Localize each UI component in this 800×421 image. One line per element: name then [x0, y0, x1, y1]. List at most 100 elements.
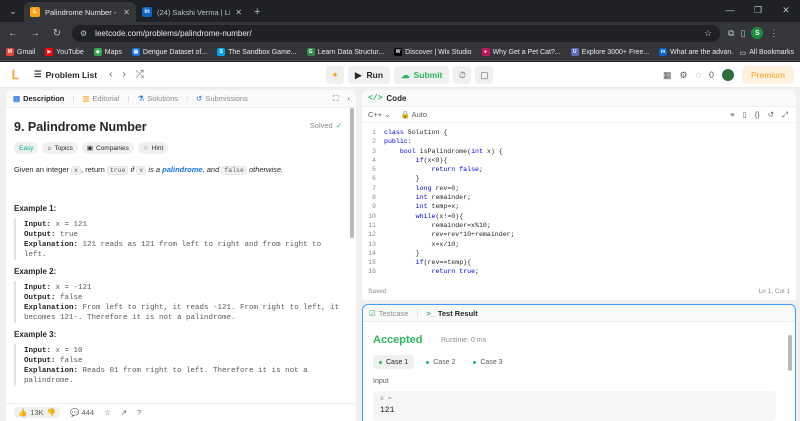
profile-avatar[interactable]: S [751, 27, 764, 39]
help-icon[interactable]: ? [137, 408, 141, 417]
description-scrollbar[interactable] [350, 108, 354, 238]
shuffle-icon[interactable]: ⤮ [136, 69, 144, 80]
bookmark-item[interactable]: S The Sandbox Game... [217, 48, 297, 56]
tab-search-icon[interactable]: ⌄ [4, 2, 22, 20]
result-scrollbar[interactable] [788, 335, 792, 371]
language-select[interactable]: C++ ⌄ [368, 110, 391, 119]
debug-icon[interactable]: ✦ [326, 66, 344, 84]
share-icon[interactable]: ↗ [121, 408, 127, 417]
run-button[interactable]: ▶ Run [348, 66, 391, 84]
all-bookmarks-label: All Bookmarks [749, 49, 794, 56]
tab-test-result[interactable]: >_ Test Result [426, 309, 477, 318]
close-window-icon[interactable]: ✕ [772, 0, 800, 20]
example-heading: Example 1: [14, 204, 57, 213]
bookmark-label: Why Get a Pet Cat?... [492, 48, 561, 56]
favorite-star-icon[interactable]: ☆ [104, 408, 111, 417]
site-info-icon[interactable]: ⚙ [80, 29, 87, 38]
bookmark-item[interactable]: ◆ Maps [93, 48, 122, 56]
close-tab-icon[interactable]: ✕ [235, 8, 242, 17]
bookmark-item[interactable]: ▶ YouTube [45, 48, 84, 56]
cloud-upload-icon: ☁ [401, 69, 410, 80]
settings-icon[interactable]: ⚙ [680, 70, 688, 81]
restore-icon[interactable]: ❐ [744, 0, 772, 20]
bookmark-item[interactable]: ▤ Dengue Dataset of... [131, 48, 207, 56]
browser-tab-leetcode[interactable]: L Palindrome Number - LeetCode ✕ [24, 2, 136, 22]
thumbs-down-icon[interactable]: 👎 [47, 408, 56, 417]
bookmark-item[interactable]: in What are the advan... [659, 48, 737, 56]
tab-testcase[interactable]: ☑ Testcase [369, 309, 408, 318]
problem-title: 9. Palindrome Number [14, 120, 147, 134]
user-avatar[interactable] [721, 69, 734, 81]
bookmark-favicon-icon: S [217, 48, 226, 56]
auto-mode[interactable]: 🔒 Auto [401, 110, 427, 119]
reload-button[interactable]: ↻ [48, 24, 66, 42]
streak-fire-icon[interactable]: ◌ [696, 70, 701, 80]
line-number: 5 [372, 166, 376, 174]
layout-icon[interactable]: ▦ [663, 70, 672, 81]
case-1-tab[interactable]: Case 1 [373, 355, 415, 369]
lightbulb-icon: ♢ [142, 145, 149, 152]
minimize-icon[interactable]: — [716, 0, 744, 20]
sidebar-icon[interactable]: ▯ [740, 28, 745, 39]
forward-button[interactable]: → [26, 24, 44, 42]
palindrome-link[interactable]: palindrome [162, 165, 202, 174]
window-controls: — ❐ ✕ [716, 0, 800, 20]
maximize-icon[interactable]: ⛶ [333, 94, 338, 104]
code-line: 2 public: [362, 137, 796, 146]
collapse-icon[interactable]: ‹ [348, 94, 351, 104]
text: is a [146, 165, 163, 174]
bookmark-item[interactable]: W Discover | Wix Studio [394, 48, 472, 56]
problem-list-button[interactable]: ☰ Problem List [34, 69, 97, 80]
prev-problem-icon[interactable]: ‹ [109, 69, 112, 80]
comments-button[interactable]: 💬 444 [70, 408, 94, 417]
next-problem-icon[interactable]: › [122, 69, 125, 80]
extensions-icon[interactable]: ⧉ [728, 28, 734, 39]
timer-icon[interactable]: ⏱ [453, 66, 472, 84]
bookmark-star-icon[interactable]: ☆ [704, 28, 712, 39]
tab-solutions[interactable]: ⚗ Solutions [134, 94, 181, 103]
format-icon[interactable]: ≡ [730, 110, 734, 120]
tab-submissions[interactable]: ↺ Submissions [193, 94, 251, 103]
premium-button[interactable]: Premium [741, 66, 794, 84]
code-text: public: [384, 138, 412, 146]
code-text: remainder=x%10; [384, 221, 491, 229]
back-button[interactable]: ← [4, 24, 22, 42]
tab-editorial[interactable]: ▥ Editorial [79, 94, 122, 103]
code-editor[interactable]: 1 class Solution {2 public: 3 bool isPalind… [362, 128, 796, 278]
example-box: Input: x = 10 Output: false Explanation:… [14, 344, 348, 386]
case-2-tab[interactable]: Case 2 [420, 355, 461, 369]
tab-description[interactable]: ▤ Description [10, 94, 67, 103]
input-section-label: Input [373, 378, 389, 385]
companies-chip[interactable]: ▣ Companies [81, 142, 134, 154]
new-tab-button[interactable]: + [254, 6, 260, 18]
line-number: 14 [368, 249, 376, 257]
editor-toolbar: C++ ⌄ 🔒 Auto ≡ ▯ {} ↺ ⤢ [362, 107, 796, 123]
code-text: if(x<0){ [415, 156, 448, 164]
like-button[interactable]: 👍 13K 👎 [14, 407, 61, 418]
tab-label: Testcase [378, 308, 409, 318]
leetcode-logo-icon[interactable]: ᒪ [8, 68, 22, 82]
close-tab-icon[interactable]: ✕ [123, 8, 130, 17]
topics-chip[interactable]: ⌂ Topics [42, 142, 78, 154]
all-bookmarks-button[interactable]: ▭ All Bookmarks [733, 44, 794, 60]
notes-icon[interactable]: ▢ [475, 66, 494, 84]
bookmark-item[interactable]: U Explore 3000+ Free... [570, 48, 649, 56]
menu-icon[interactable]: ⋮ [769, 28, 778, 39]
bookmark-item[interactable]: M Gmail [6, 48, 35, 56]
reset-icon[interactable]: ↺ [768, 110, 774, 120]
hint-chip[interactable]: ♢ Hint [137, 142, 169, 154]
submit-button[interactable]: ☁ Submit [394, 66, 450, 84]
bookmark-item[interactable]: ● Why Get a Pet Cat?... [481, 48, 561, 56]
run-controls: ✦ ▶ Run ☁ Submit ⏱ ▢ [326, 66, 494, 84]
browser-tab-linkedin[interactable]: in (24) Sakshi Verma | LinkedIn ✕ [136, 2, 248, 22]
address-bar[interactable]: ⚙ leetcode.com/problems/palindrome-numbe… [72, 24, 720, 42]
bookmark-icon[interactable]: ▯ [743, 110, 747, 120]
braces-icon[interactable]: {} [755, 110, 760, 120]
case-3-tab[interactable]: Case 3 [467, 355, 508, 369]
fullscreen-icon[interactable]: ⤢ [782, 110, 788, 120]
difficulty-chip[interactable]: Easy [14, 142, 39, 154]
url-text[interactable]: leetcode.com/problems/palindrome-number/ [95, 29, 696, 38]
bookmark-favicon-icon: ▤ [131, 48, 140, 56]
tab-title: Palindrome Number - LeetCode [45, 7, 118, 17]
bookmark-item[interactable]: G Learn Data Structur... [306, 48, 384, 56]
